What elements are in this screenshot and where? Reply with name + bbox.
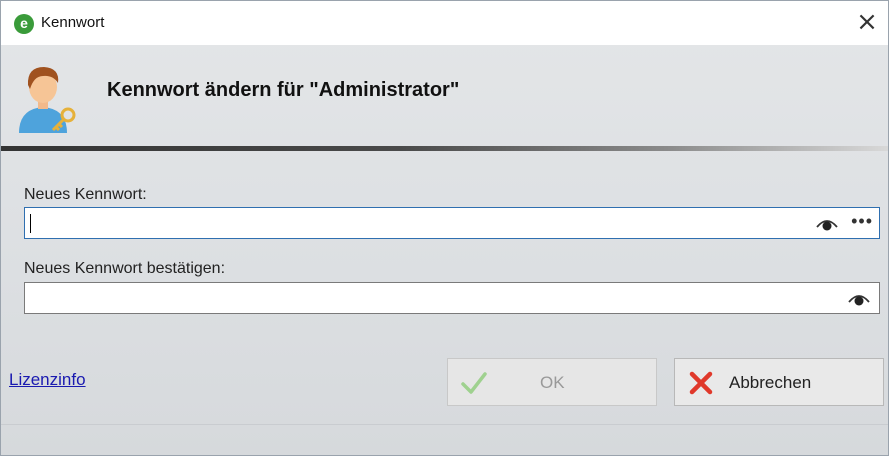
dialog-title: Kennwort ändern für "Administrator" xyxy=(107,79,460,101)
new-password-input[interactable]: ••• xyxy=(24,207,880,239)
ok-button[interactable]: OK xyxy=(447,358,657,406)
user-key-icon xyxy=(19,67,76,133)
confirm-password-input[interactable] xyxy=(24,282,880,314)
more-options-button[interactable]: ••• xyxy=(851,211,873,232)
license-info-link[interactable]: Lizenzinfo xyxy=(9,370,86,390)
show-password-eye-icon[interactable] xyxy=(847,289,871,307)
new-password-label: Neues Kennwort: xyxy=(24,186,147,203)
header-separator xyxy=(1,146,888,151)
close-button[interactable]: × xyxy=(850,7,884,37)
cancel-button-label: Abbrechen xyxy=(729,373,812,392)
show-password-eye-icon[interactable] xyxy=(815,214,839,232)
close-x-icon xyxy=(689,371,713,395)
cancel-button[interactable]: Abbrechen xyxy=(674,358,884,406)
password-dialog: e Kennwort × Kennwort ändern für "Admini… xyxy=(0,0,889,456)
ok-button-label: OK xyxy=(540,373,565,392)
confirm-password-label: Neues Kennwort bestätigen: xyxy=(24,260,226,277)
app-icon: e xyxy=(14,14,34,34)
footer-divider xyxy=(1,424,888,425)
checkmark-icon xyxy=(461,372,487,394)
dialog-header: Kennwort ändern für "Administrator" xyxy=(1,45,888,145)
title-bar[interactable]: e Kennwort × xyxy=(1,1,888,45)
text-caret xyxy=(30,214,31,233)
window-title: Kennwort xyxy=(41,14,105,31)
